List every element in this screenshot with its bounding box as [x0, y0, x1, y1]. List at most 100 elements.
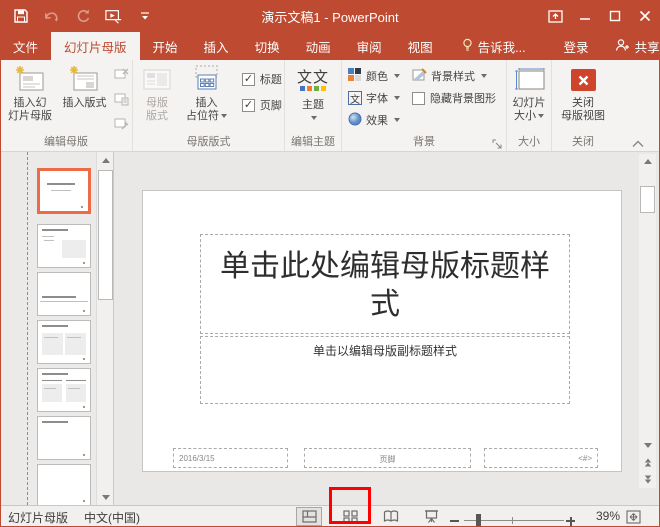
fonts-icon-text: 文	[350, 91, 360, 106]
hide-background-checkbox[interactable]: 隐藏背景图形	[412, 87, 496, 109]
thumbnail-title-slide-layout[interactable]	[37, 168, 91, 214]
normal-view-icon	[302, 510, 317, 523]
footer-checkbox[interactable]: 页脚	[242, 97, 282, 113]
button-label-line: 插入幻	[14, 97, 47, 110]
next-slide-icon[interactable]	[640, 472, 655, 486]
scrollbar-thumb[interactable]	[98, 170, 113, 300]
date-placeholder[interactable]: 2016/3/15	[173, 448, 288, 468]
scroll-down-icon[interactable]	[98, 490, 113, 504]
delete-slide-icon[interactable]	[114, 67, 129, 86]
reading-view-button[interactable]	[378, 507, 404, 526]
thumbnail-two-content-layout[interactable]	[37, 320, 91, 364]
close-master-view-button[interactable]: 关闭 母版视图	[552, 63, 614, 123]
fonts-icon: 文	[348, 91, 362, 105]
slide-number-placeholder[interactable]: <#>	[484, 448, 598, 468]
footer-placeholder[interactable]: 页脚	[304, 448, 471, 468]
title-placeholder[interactable]: 单击此处编辑母版标题样式	[200, 234, 570, 334]
background-styles-button[interactable]: 背景样式	[412, 65, 496, 87]
tab-animations[interactable]: 动画	[293, 32, 344, 60]
tab-label: 文件	[13, 37, 38, 56]
subtitle-placeholder-text: 单击以编辑母版副标题样式	[313, 344, 457, 358]
button-label-line: 大小	[514, 110, 544, 123]
thumbnail-blank-layout[interactable]	[37, 464, 91, 505]
scroll-up-icon[interactable]	[640, 154, 655, 168]
scrollbar-thumb[interactable]	[640, 186, 655, 213]
minimize-icon[interactable]	[570, 0, 600, 32]
button-label-line: 插入版式	[62, 97, 106, 110]
slideshow-view-button[interactable]	[418, 507, 444, 526]
master-layout-button[interactable]: 母版 版式	[137, 63, 177, 123]
zoom-in-icon-vertical	[570, 517, 572, 526]
close-icon[interactable]	[630, 0, 660, 32]
insert-slide-master-button[interactable]: 插入幻 灯片母版	[5, 63, 55, 123]
group-close: 关闭 母版视图 关闭	[552, 60, 614, 151]
collapse-ribbon-icon[interactable]	[632, 135, 646, 145]
fonts-button[interactable]: 文 字体	[348, 87, 400, 109]
group-edit-master: 插入幻 灯片母版 插入版式 编辑母版	[0, 60, 133, 151]
scroll-down-icon[interactable]	[640, 438, 655, 452]
tab-file[interactable]: 文件	[0, 32, 51, 60]
button-label-line: 占位符	[186, 110, 227, 123]
thumbnail-section-header-layout[interactable]	[37, 272, 91, 316]
insert-layout-button[interactable]: 插入版式	[59, 63, 109, 110]
group-edit-theme: 文文 主题 编辑主题	[285, 60, 342, 151]
tab-transitions[interactable]: 切换	[242, 32, 293, 60]
thumbnail-comparison-layout[interactable]	[37, 368, 91, 412]
tab-label: 切换	[255, 37, 280, 56]
button-label-line: 幻灯片	[513, 97, 546, 110]
zoom-out-icon[interactable]	[450, 520, 459, 522]
sign-in-button[interactable]: 登录	[556, 32, 597, 60]
button-label-text: 颜色	[366, 68, 388, 84]
button-label-line: 版式	[146, 110, 168, 123]
start-slideshow-icon[interactable]	[105, 8, 122, 25]
thumbnail-title-only-layout[interactable]	[37, 416, 91, 460]
share-button[interactable]: 共享	[607, 32, 660, 60]
themes-button[interactable]: 文文 主题	[285, 63, 341, 122]
previous-slide-icon[interactable]	[640, 455, 655, 469]
normal-view-button[interactable]	[296, 507, 322, 526]
maximize-icon[interactable]	[600, 0, 630, 32]
button-label-line: 母版视图	[561, 110, 605, 123]
rename-slide-icon[interactable]	[114, 92, 129, 111]
slide-size-button[interactable]: 幻灯片 大小	[507, 63, 551, 123]
checkbox-label: 隐藏背景图形	[430, 90, 496, 106]
group-size: 幻灯片 大小 大小	[507, 60, 552, 151]
colors-button[interactable]: 颜色	[348, 65, 400, 87]
undo-icon[interactable]	[43, 8, 60, 25]
slide-thumbnail-panel	[0, 152, 114, 505]
slideshow-view-icon	[424, 510, 439, 523]
thumbnail-title-content-layout[interactable]	[37, 224, 91, 268]
tab-review[interactable]: 审阅	[344, 32, 395, 60]
tell-me-box[interactable]: 告诉我...	[454, 32, 534, 60]
fit-slide-to-window-button[interactable]	[622, 507, 644, 526]
thumbnail-scrollbar[interactable]	[96, 152, 113, 505]
dropdown-caret-icon	[394, 74, 400, 78]
lightbulb-icon	[462, 38, 473, 55]
tab-view[interactable]: 视图	[395, 32, 446, 60]
tab-label: 开始	[153, 37, 178, 56]
tab-home[interactable]: 开始	[140, 32, 191, 60]
dialog-launcher-icon[interactable]	[492, 137, 503, 148]
button-label-line: 主题	[302, 99, 324, 112]
ribbon-display-options-icon[interactable]	[540, 0, 570, 32]
footer-text: 页脚	[380, 455, 396, 464]
tab-slide-master[interactable]: 幻灯片母版	[51, 32, 140, 60]
customize-qat-icon[interactable]	[136, 8, 153, 25]
redo-icon[interactable]	[74, 8, 91, 25]
save-icon[interactable]	[12, 8, 29, 25]
close-master-view-icon	[571, 63, 596, 97]
slide-master-editing-surface[interactable]: 单击此处编辑母版标题样式 单击以编辑母版副标题样式 2016/3/15 页脚 <…	[142, 190, 622, 472]
effects-button[interactable]: 效果	[348, 109, 400, 131]
subtitle-placeholder[interactable]: 单击以编辑母版副标题样式	[200, 336, 570, 404]
canvas-scrollbar[interactable]	[639, 154, 656, 488]
scroll-up-icon[interactable]	[98, 153, 113, 167]
dropdown-caret-icon	[221, 114, 227, 118]
status-view-name[interactable]: 幻灯片母版	[8, 509, 68, 526]
date-text: 2016/3/15	[179, 454, 215, 463]
dropdown-caret-icon	[394, 96, 400, 100]
title-checkbox[interactable]: 标题	[242, 71, 282, 87]
status-language[interactable]: 中文(中国)	[84, 509, 140, 526]
insert-placeholder-button[interactable]: 插入 占位符	[181, 63, 231, 123]
zoom-level[interactable]: 39%	[588, 509, 620, 523]
tab-insert[interactable]: 插入	[191, 32, 242, 60]
